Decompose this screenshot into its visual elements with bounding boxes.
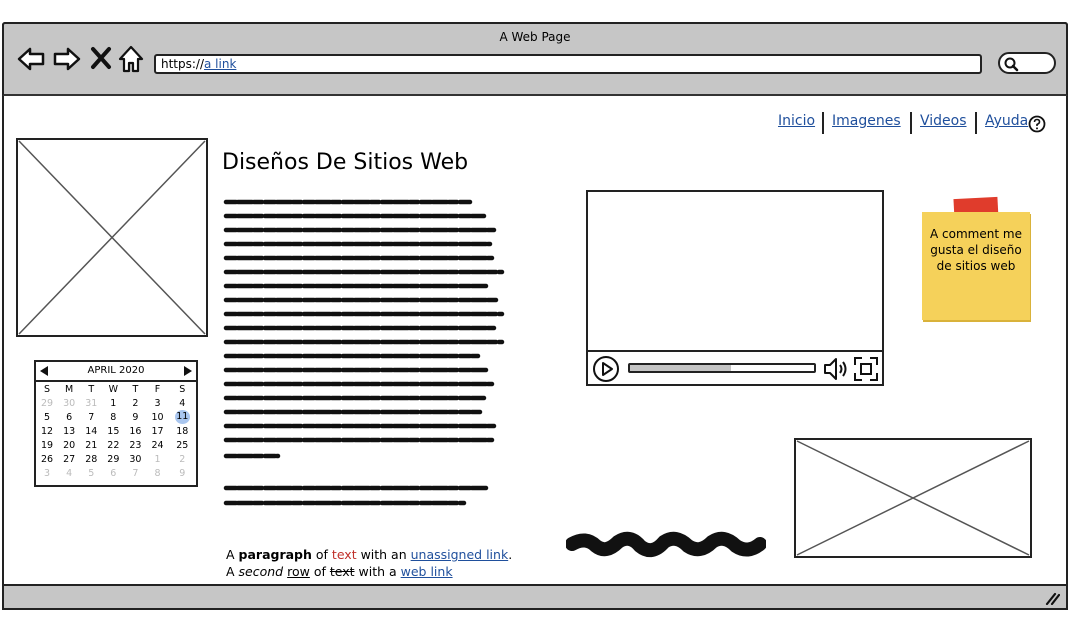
window-title: A Web Page bbox=[499, 30, 571, 44]
paragraph-line-2: A second row of text with a web link bbox=[226, 564, 453, 579]
scribbled-label bbox=[566, 531, 766, 558]
nav-separator bbox=[822, 112, 824, 134]
url-prefix: https:// bbox=[161, 57, 205, 71]
scribbled-text-block bbox=[223, 199, 505, 506]
next-month-icon[interactable] bbox=[183, 366, 193, 376]
back-icon[interactable] bbox=[16, 44, 46, 74]
help-icon[interactable] bbox=[1028, 115, 1046, 133]
web-link[interactable]: web link bbox=[401, 564, 453, 579]
paragraph-line-1: A paragraph of text with an unassigned l… bbox=[226, 547, 513, 562]
text-paragraph: A paragraph of text with an unassigned l… bbox=[226, 546, 512, 580]
calendar-header: APRIL 2020 bbox=[36, 362, 196, 382]
browser-search[interactable] bbox=[998, 52, 1056, 74]
nav-videos[interactable]: Videos bbox=[920, 113, 967, 129]
calendar-week: 26 27 28 29 30 1 2 bbox=[41, 453, 186, 465]
address-bar[interactable]: https://a link bbox=[154, 54, 982, 74]
calendar-weekdays: S M T W T F S bbox=[44, 383, 186, 395]
search-icon bbox=[1004, 57, 1019, 72]
url-link[interactable]: a link bbox=[204, 57, 236, 71]
calendar-grid: S M T W T F S 29 30 31 1 2 3 4 5 6 7 8 9… bbox=[36, 382, 196, 480]
volume-icon[interactable] bbox=[822, 356, 850, 382]
calendar-week: 5 6 7 8 9 10 11 bbox=[44, 410, 190, 424]
sticky-note: A comment me gusta el diseño de sitios w… bbox=[922, 212, 1030, 320]
unassigned-link[interactable]: unassigned link bbox=[411, 547, 509, 562]
resize-grip-icon[interactable] bbox=[1044, 591, 1060, 605]
image-placeholder-icon bbox=[16, 138, 208, 337]
image-placeholder-icon bbox=[794, 438, 1032, 558]
calendar-week: 19 20 21 22 23 24 25 bbox=[41, 439, 189, 451]
sticky-note-text: A comment me gusta el diseño de sitios w… bbox=[930, 227, 1022, 273]
video-progress-fill bbox=[630, 365, 732, 371]
close-icon[interactable] bbox=[90, 46, 112, 70]
status-bar bbox=[2, 584, 1068, 610]
video-progress-track[interactable] bbox=[628, 363, 816, 373]
play-icon[interactable] bbox=[592, 355, 620, 383]
home-icon[interactable] bbox=[118, 44, 144, 74]
nav-imagenes[interactable]: Imagenes bbox=[832, 113, 901, 129]
forward-icon[interactable] bbox=[52, 44, 82, 74]
nav-inicio[interactable]: Inicio bbox=[778, 113, 815, 129]
nav-separator bbox=[910, 112, 912, 134]
calendar-week: 29 30 31 1 2 3 4 bbox=[41, 397, 186, 409]
calendar-month-label: APRIL 2020 bbox=[87, 365, 145, 376]
calendar-widget[interactable]: APRIL 2020 S M T W T F S 29 30 31 1 2 3 … bbox=[34, 360, 198, 487]
calendar-selected-day[interactable]: 11 bbox=[174, 410, 190, 424]
prev-month-icon[interactable] bbox=[39, 366, 49, 376]
calendar-week: 12 13 14 15 16 17 18 bbox=[41, 425, 189, 437]
nav-separator bbox=[975, 112, 977, 134]
fullscreen-icon[interactable] bbox=[853, 356, 879, 382]
nav-ayuda[interactable]: Ayuda bbox=[985, 113, 1028, 129]
page-title: Diseños De Sitios Web bbox=[222, 150, 469, 175]
calendar-week: 3 4 5 6 7 8 9 bbox=[44, 467, 186, 479]
